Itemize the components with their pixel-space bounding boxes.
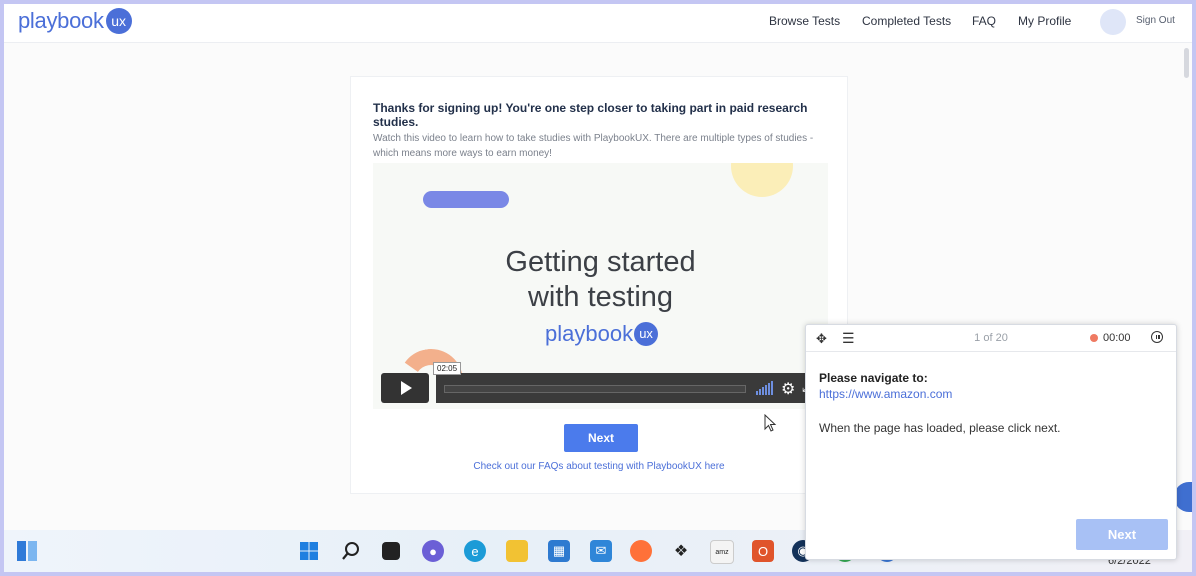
play-button[interactable] xyxy=(381,373,429,403)
volume-icon[interactable] xyxy=(756,381,776,395)
start-icon[interactable] xyxy=(298,540,320,562)
faq-link[interactable]: Check out our FAQs about testing with Pl… xyxy=(351,461,847,472)
panel-toolbar: ✥ ☰ 1 of 20 00:00 xyxy=(806,325,1176,352)
office-icon[interactable]: O xyxy=(752,540,774,562)
file-explorer-icon[interactable] xyxy=(506,540,528,562)
recording-dot-icon xyxy=(1090,334,1098,342)
firefox-icon[interactable] xyxy=(630,540,652,562)
recording-timer: 00:00 xyxy=(1103,332,1131,344)
instruction-url[interactable]: https://www.amazon.com xyxy=(819,387,952,401)
video-logo: playbook ux xyxy=(545,321,659,347)
decor-circle xyxy=(731,163,793,197)
scrollbar[interactable] xyxy=(1184,48,1189,78)
decor-pill xyxy=(423,191,509,208)
avatar[interactable] xyxy=(1100,9,1126,35)
nav-completed-tests[interactable]: Completed Tests xyxy=(862,14,951,28)
edge-icon[interactable]: e xyxy=(464,540,486,562)
mail-icon[interactable]: ✉ xyxy=(590,540,612,562)
seek-time-tooltip: 02:05 xyxy=(433,362,462,375)
instruction-label: Please navigate to: xyxy=(819,371,928,385)
video-title-line1: Getting started xyxy=(505,246,696,278)
widgets-icon[interactable] xyxy=(16,540,38,562)
intro-video[interactable]: Getting started with testing playbook ux… xyxy=(373,163,828,409)
panel-next-button[interactable]: Next xyxy=(1076,519,1168,550)
video-controls: ⚙ ⤢ xyxy=(436,373,828,403)
sign-out-link[interactable]: Sign Out xyxy=(1136,15,1175,26)
nav-faq[interactable]: FAQ xyxy=(972,14,996,28)
top-nav: playbook ux Browse Tests Completed Tests… xyxy=(4,4,1192,43)
instruction-message: When the page has loaded, please click n… xyxy=(819,421,1061,435)
video-title: Getting started with testing xyxy=(373,245,828,315)
search-icon[interactable] xyxy=(340,540,362,562)
dropbox-icon[interactable]: ❖ xyxy=(670,540,692,562)
welcome-heading: Thanks for signing up! You're one step c… xyxy=(373,101,808,129)
store-icon[interactable]: ▦ xyxy=(548,540,570,562)
next-button[interactable]: Next xyxy=(564,424,638,452)
mouse-cursor-icon xyxy=(764,414,777,432)
seek-bar[interactable] xyxy=(444,385,746,393)
task-view-icon[interactable] xyxy=(382,542,400,560)
nav-browse-tests[interactable]: Browse Tests xyxy=(769,14,840,28)
welcome-subtext: Watch this video to learn how to take st… xyxy=(373,133,814,159)
video-logo-badge: ux xyxy=(634,322,659,346)
video-title-line2: with testing xyxy=(527,281,674,313)
pause-icon[interactable] xyxy=(1151,331,1163,343)
play-icon xyxy=(401,381,412,395)
video-logo-text: playbook xyxy=(545,321,634,346)
amazon-icon[interactable]: amz xyxy=(710,540,734,564)
nav-my-profile[interactable]: My Profile xyxy=(1018,14,1071,28)
chat-icon[interactable]: ● xyxy=(422,540,444,562)
browser-viewport: playbook ux Browse Tests Completed Tests… xyxy=(4,4,1192,572)
gear-icon[interactable]: ⚙ xyxy=(781,379,795,399)
task-panel: ✥ ☰ 1 of 20 00:00 Please navigate to: ht… xyxy=(805,324,1177,560)
